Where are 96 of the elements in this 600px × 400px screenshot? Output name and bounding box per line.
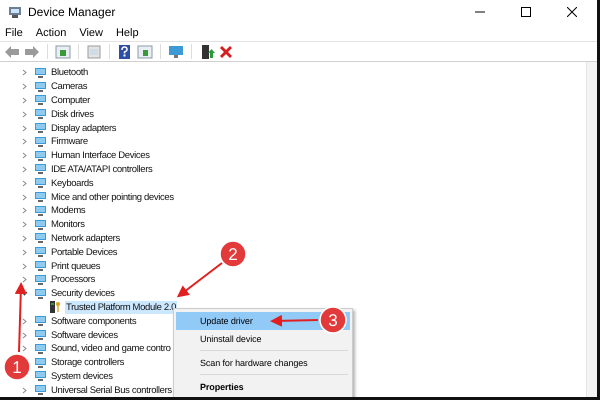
device-icon <box>34 274 47 286</box>
device-icon <box>34 80 47 93</box>
forward-icon[interactable] <box>24 44 40 58</box>
tree-item[interactable]: Display adapters <box>50 122 118 135</box>
menu-item[interactable]: View <box>79 26 103 38</box>
device-icon <box>34 356 47 369</box>
device-icon <box>34 288 47 300</box>
callout-number: 3 <box>328 311 338 330</box>
expand-chevron-icon[interactable] <box>21 180 28 187</box>
tree-item[interactable]: Print queues <box>50 260 102 273</box>
expand-chevron-icon[interactable] <box>21 96 28 104</box>
tree-item[interactable]: Mice and other pointing devices <box>50 190 175 204</box>
tree-item[interactable]: Monitors <box>50 218 86 232</box>
tree-item[interactable]: Bluetooth <box>50 66 89 80</box>
arrow <box>14 282 27 352</box>
device-icon <box>34 342 47 355</box>
expand-chevron-icon[interactable] <box>21 262 28 270</box>
menu-item[interactable]: Action <box>36 26 66 38</box>
expand-chevron-icon[interactable] <box>21 138 28 146</box>
tree-item[interactable]: Storage controllers <box>50 356 126 370</box>
tree-item[interactable]: Computer <box>50 94 91 107</box>
callout-badge <box>319 306 347 334</box>
device-icon <box>34 136 47 148</box>
device-icon <box>34 384 47 396</box>
collapse-chevron-icon[interactable] <box>21 290 28 298</box>
tree-item[interactable]: Firmware <box>50 135 89 148</box>
tree-item[interactable]: Human Interface Devices <box>50 149 151 162</box>
monitor-icon[interactable] <box>168 44 184 58</box>
tree-item[interactable]: Disk drives <box>50 108 95 121</box>
expand-chevron-icon[interactable] <box>21 69 28 76</box>
window-title: Device Manager <box>28 5 116 19</box>
expand-chevron-icon[interactable] <box>21 345 28 352</box>
expand-chevron-icon[interactable] <box>21 83 28 90</box>
close-icon[interactable] <box>567 7 577 17</box>
device-icon <box>34 191 47 204</box>
expand-chevron-icon[interactable] <box>21 386 28 394</box>
expand-chevron-icon[interactable] <box>21 124 28 132</box>
window-icon[interactable] <box>137 44 153 58</box>
tree-item[interactable]: Portable Devices <box>50 246 118 259</box>
tree-item[interactable]: Security devices <box>50 287 116 300</box>
tree-item[interactable]: Network adapters <box>50 232 121 245</box>
callout-number: 2 <box>228 245 238 264</box>
tree-item[interactable]: Sound, video and game contro <box>50 342 172 356</box>
expand-chevron-icon[interactable] <box>21 276 28 284</box>
device-icon <box>34 315 47 328</box>
device-icon <box>34 66 47 79</box>
device-icon <box>34 94 47 106</box>
expand-chevron-icon[interactable] <box>21 166 28 173</box>
back-icon[interactable] <box>4 44 20 58</box>
callout-badge <box>219 240 247 268</box>
tree-item[interactable]: Software components <box>50 314 138 328</box>
expand-chevron-icon[interactable] <box>21 152 28 160</box>
maximize-icon[interactable] <box>521 7 531 17</box>
help-icon[interactable] <box>117 44 133 58</box>
tree-item[interactable]: System devices <box>50 370 114 383</box>
device-icon <box>34 177 47 190</box>
expand-chevron-icon[interactable] <box>21 248 28 256</box>
device-icon <box>34 329 47 342</box>
tree-item[interactable]: Modems <box>50 204 86 218</box>
scrollbar[interactable] <box>586 62 597 397</box>
device-icon <box>34 108 47 120</box>
menu-item[interactable]: Properties <box>176 378 350 396</box>
device-icon <box>34 370 47 382</box>
tree-item[interactable]: Processors <box>50 273 96 286</box>
device-icon <box>34 163 47 176</box>
device-icon <box>34 218 47 231</box>
tree-item[interactable]: Cameras <box>50 80 88 94</box>
menu-item[interactable]: File <box>5 26 23 38</box>
window-icon[interactable] <box>55 44 71 58</box>
tree-item[interactable]: Universal Serial Bus controllers <box>50 384 173 397</box>
properties-icon[interactable] <box>86 44 102 58</box>
device-icon <box>34 246 47 258</box>
tree-item[interactable]: Keyboards <box>50 176 94 190</box>
tree-item[interactable]: Software devices <box>50 328 119 342</box>
menu-item[interactable]: Help <box>116 26 139 38</box>
device-add-icon[interactable] <box>199 44 215 58</box>
expand-chevron-icon[interactable] <box>21 110 28 118</box>
device-icon <box>34 150 47 162</box>
expand-chevron-icon[interactable] <box>21 207 28 214</box>
arrow <box>176 262 223 298</box>
expand-chevron-icon[interactable] <box>21 221 28 228</box>
callout-badge <box>3 353 31 381</box>
expand-chevron-icon[interactable] <box>21 234 28 242</box>
expand-chevron-icon[interactable] <box>21 318 28 325</box>
arrow <box>270 314 318 327</box>
expand-chevron-icon[interactable] <box>21 194 28 201</box>
chip-key-icon <box>49 301 62 314</box>
device-icon <box>34 232 47 244</box>
device-icon <box>34 260 47 272</box>
tree-item[interactable]: IDE ATA/ATAPI controllers <box>50 162 154 176</box>
app-icon <box>8 5 22 19</box>
device-icon <box>34 204 47 217</box>
expand-chevron-icon[interactable] <box>21 332 28 339</box>
device-icon <box>34 122 47 134</box>
callout-number: 1 <box>12 358 22 377</box>
delete-icon[interactable] <box>219 44 233 58</box>
